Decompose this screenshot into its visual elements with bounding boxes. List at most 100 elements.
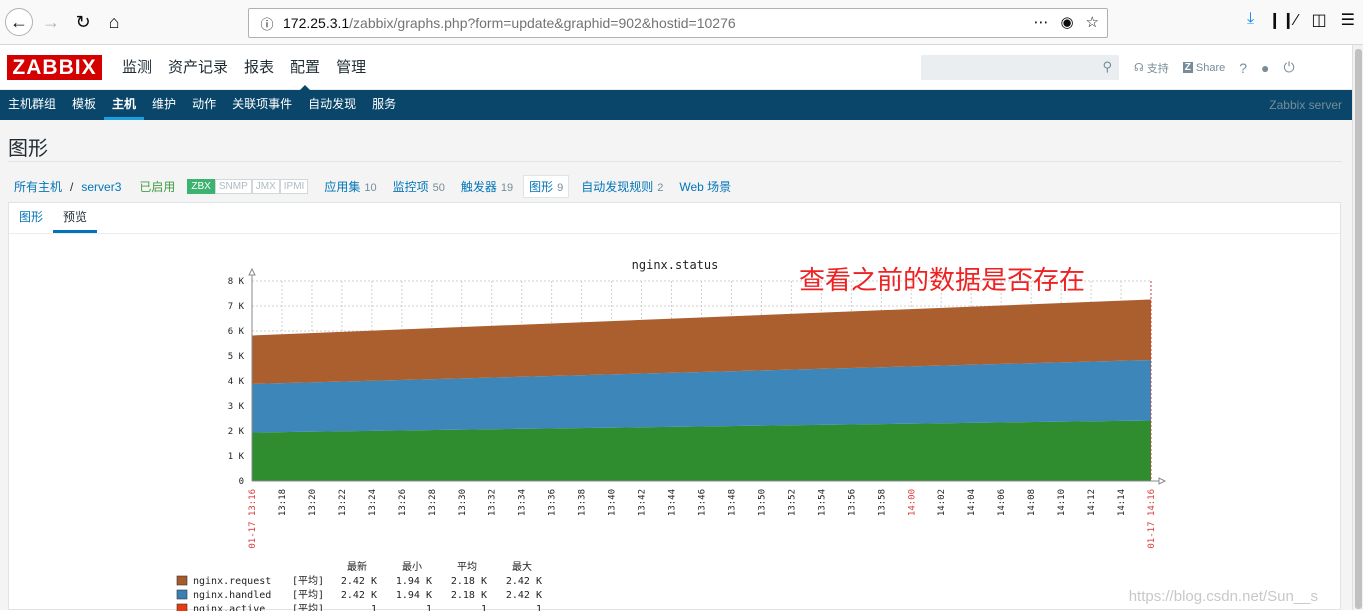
- sub-menu-templates[interactable]: 模板: [64, 90, 104, 120]
- breadcrumb-host[interactable]: server3: [81, 180, 121, 194]
- x-tick-label: 14:04: [967, 489, 977, 516]
- sub-menu-hosts[interactable]: 主机: [104, 90, 145, 120]
- x-tick-label: 13:24: [368, 489, 378, 516]
- sub-menu-host-groups[interactable]: 主机群组: [0, 90, 64, 120]
- browser-toolbar: ← → ↻ ⌂ ⓘ 172.25.3.1/zabbix/graphs.php?f…: [0, 0, 1363, 45]
- search-input[interactable]: ⚲: [921, 55, 1119, 80]
- x-tick-label: 13:36: [548, 489, 558, 516]
- legend-swatch: [176, 589, 188, 600]
- site-info-icon[interactable]: ⓘ: [255, 14, 279, 33]
- legend-header: 最大: [512, 560, 532, 573]
- x-tick-label: 14:02: [937, 489, 947, 516]
- menu-icon[interactable]: ☰: [1341, 10, 1355, 30]
- home-icon[interactable]: ⌂: [100, 8, 128, 36]
- x-tick-label: 13:28: [428, 489, 438, 516]
- x-tick-label: 13:50: [757, 489, 767, 516]
- sidebar-icon[interactable]: ◫: [1312, 10, 1327, 30]
- sub-menu-correlation[interactable]: 关联项事件: [224, 90, 300, 120]
- nginx-status-chart: nginx.status 0 1 K 2 K 3 K 4 K 5 K 6 K 7 K 8 K 01…: [176, 258, 1167, 611]
- breadcrumb-separator: /: [70, 179, 74, 194]
- legend-value: 2.18 K: [451, 576, 487, 587]
- x-tick-label: 13:40: [608, 489, 618, 516]
- search-icon[interactable]: ⚲: [1102, 59, 1112, 75]
- tab-graph[interactable]: 图形: [9, 203, 53, 233]
- bookmark-star-icon[interactable]: ☆: [1086, 13, 1099, 31]
- host-triggers-link[interactable]: 触发器 19: [461, 178, 513, 195]
- page-actions-icon[interactable]: ⋯: [1033, 13, 1048, 31]
- legend-func: [平均]: [292, 589, 324, 601]
- forward-icon[interactable]: →: [37, 8, 65, 36]
- badge-snmp: SNMP: [214, 179, 252, 194]
- availability-badges: ZBX SNMP JMX IPMI: [187, 179, 309, 194]
- legend-value: 2.42 K: [341, 576, 377, 587]
- badge-jmx: JMX: [251, 179, 280, 194]
- share-z-icon: Z: [1182, 62, 1193, 73]
- url-text: 172.25.3.1/zabbix/graphs.php?form=update…: [283, 15, 736, 31]
- help-icon[interactable]: ?: [1239, 60, 1247, 76]
- legend-value: 2.42 K: [506, 576, 542, 587]
- legend-header: 最新: [347, 560, 367, 573]
- zabbix-logo[interactable]: ZABBIX: [7, 55, 102, 80]
- x-tick-label: 13:44: [668, 489, 678, 516]
- pocket-icon[interactable]: ◉: [1060, 13, 1073, 31]
- x-tick-label: 13:52: [787, 489, 797, 516]
- top-menu-configuration[interactable]: 配置: [282, 45, 328, 91]
- sub-menu-maintenance[interactable]: 维护: [144, 90, 184, 120]
- logout-icon[interactable]: ⏻: [1284, 59, 1295, 76]
- url-bar[interactable]: ⓘ 172.25.3.1/zabbix/graphs.php?form=upda…: [248, 8, 1108, 38]
- user-profile-icon[interactable]: ●: [1261, 60, 1269, 76]
- back-icon[interactable]: ←: [5, 8, 33, 36]
- x-tick-label: 13:56: [847, 489, 857, 516]
- zabbix-header: ZABBIX 监测 资产记录 报表 配置 管理 ⚲ ☊ 支持 Z Share ? ●…: [0, 45, 1352, 91]
- graph-area: nginx.status 0 1 K 2 K 3 K 4 K 5 K 6 K 7 K 8 K 01…: [9, 234, 1340, 611]
- chart-title: nginx.status: [632, 258, 719, 272]
- legend-value: 2.42 K: [341, 590, 377, 601]
- reload-icon[interactable]: ↻: [69, 8, 97, 36]
- y-tick-label: 6 K: [228, 327, 245, 337]
- x-axis-arrow: [1158, 477, 1167, 485]
- sub-menu-discovery[interactable]: 自动发现: [300, 90, 364, 120]
- x-tick-label: 13:18: [278, 489, 288, 516]
- x-tick-label: 13:34: [518, 489, 528, 516]
- sub-menu-services[interactable]: 服务: [364, 90, 404, 120]
- library-icon[interactable]: ❙❙∕: [1268, 10, 1297, 30]
- share-link[interactable]: Z Share: [1182, 62, 1225, 74]
- annotation-text: 查看之前的数据是否存在: [799, 266, 1086, 296]
- scrollbar[interactable]: [1352, 45, 1363, 610]
- host-graphs-link[interactable]: 图形 9: [523, 175, 570, 198]
- sub-menu-actions[interactable]: 动作: [184, 90, 224, 120]
- top-menu-monitoring[interactable]: 监测: [114, 45, 160, 90]
- support-link[interactable]: ☊ 支持: [1134, 60, 1169, 76]
- y-tick-label: 5 K: [228, 352, 245, 362]
- y-tick-label: 1 K: [228, 452, 245, 462]
- graph-tabs: 图形 预览: [9, 203, 1340, 234]
- badge-zbx: ZBX: [187, 179, 215, 194]
- host-items-link[interactable]: 监控项 50: [393, 178, 445, 195]
- graph-panel: 图形 预览 nginx.status 0 1 K 2 K 3 K 4 K 5 K 6 K 7 …: [8, 202, 1341, 611]
- server-name: Zabbix server: [1269, 98, 1342, 112]
- top-menu-reports[interactable]: 报表: [236, 45, 282, 90]
- page-content: 图形 所有主机 / server3 已启用 ZBX SNMP JMX IPMI …: [0, 120, 1352, 611]
- download-icon[interactable]: ⤓: [1247, 10, 1254, 30]
- y-tick-label: 7 K: [228, 302, 245, 312]
- y-axis-arrow: [248, 267, 256, 276]
- watermark: https://blog.csdn.net/Sun__s: [1128, 588, 1318, 605]
- x-tick-label: 13:32: [488, 489, 498, 516]
- x-tick-label: 13:38: [578, 489, 588, 516]
- legend-value: 1.94 K: [396, 590, 432, 601]
- y-tick-label: 8 K: [228, 277, 245, 287]
- x-tick-label: 13:20: [308, 489, 318, 516]
- y-tick-label: 0: [239, 477, 244, 487]
- host-discovery-link[interactable]: 自动发现规则 2: [581, 178, 663, 195]
- host-applications-link[interactable]: 应用集 10: [324, 178, 376, 195]
- x-tick-label: 13:26: [398, 489, 408, 516]
- host-status-enabled[interactable]: 已启用: [139, 178, 175, 195]
- host-web-link[interactable]: Web 场景: [679, 178, 731, 195]
- tab-preview[interactable]: 预览: [53, 203, 98, 233]
- x-tick-label: 14:12: [1087, 489, 1097, 516]
- top-menu-inventory[interactable]: 资产记录: [160, 45, 236, 90]
- top-menu-administration[interactable]: 管理: [328, 45, 374, 90]
- breadcrumb-all-hosts[interactable]: 所有主机: [14, 178, 62, 195]
- legend-value: 2.18 K: [451, 590, 487, 601]
- x-tick-label: 13:22: [338, 489, 348, 516]
